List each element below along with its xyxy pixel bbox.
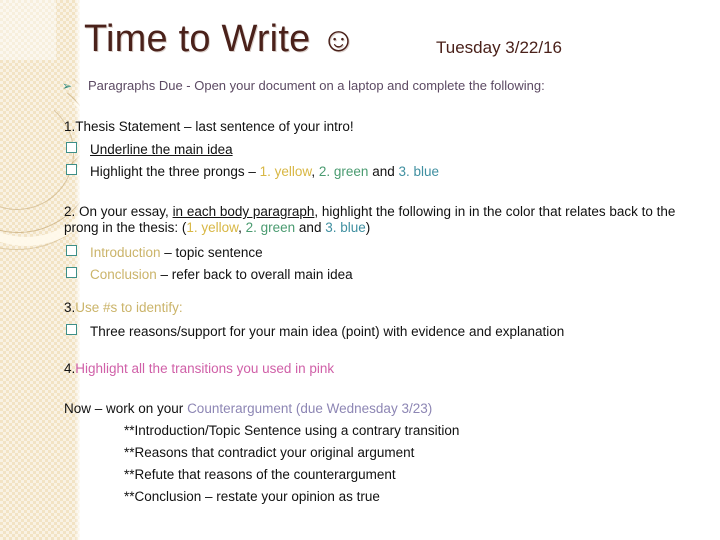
- counterargument-label: Counterargument (due Wednesday 3/23): [187, 401, 433, 416]
- checkbox-icon: [66, 164, 77, 175]
- section-2-item-1-label: Introduction: [90, 245, 161, 260]
- prong-conjunction: and: [368, 164, 399, 179]
- closing-item-4: **Conclusion – restate your opinion as t…: [124, 489, 380, 504]
- section-3-heading: 3.Use #s to identify:: [64, 299, 682, 316]
- section-1-item-1: Underline the main idea: [64, 141, 682, 158]
- section-1-item-2: Highlight the three prongs – 1. yellow, …: [64, 163, 682, 180]
- prong-green-label: 2. green: [245, 220, 296, 235]
- prong-yellow-label: 1. yellow: [259, 164, 312, 179]
- prong-conjunction: and: [295, 220, 326, 235]
- section-1-item-2-prefix: Highlight the three prongs –: [90, 164, 260, 179]
- section-3-item-1-text: Three reasons/support for your main idea…: [90, 324, 565, 339]
- checkbox-icon: [66, 142, 77, 153]
- section-3-number: 3.: [64, 300, 76, 315]
- checkbox-icon: [66, 267, 77, 278]
- arrow-bullet-icon: ➢: [62, 79, 73, 93]
- closing-block: Now – work on your Counterargument (due …: [64, 400, 682, 505]
- section-2-item-2-rest: – refer back to overall main idea: [156, 267, 353, 282]
- closing-item-2: **Reasons that contradict your original …: [124, 445, 415, 460]
- slide-content: Time to Write ☺ Tuesday 3/22/16 ➢ Paragra…: [0, 0, 720, 540]
- prong-green-label: 2. green: [318, 164, 369, 179]
- section-2-paragraph: 2. On your essay, in each body paragraph…: [64, 204, 682, 236]
- section-3-item-1: Three reasons/support for your main idea…: [64, 323, 682, 340]
- prong-blue-label: 3. blue: [398, 164, 440, 179]
- section-2-item-2: Conclusion – refer back to overall main …: [64, 266, 682, 283]
- smiley-face-icon: ☺: [321, 21, 357, 59]
- section-2-text-close: ): [365, 220, 371, 235]
- prong-separator: ,: [311, 164, 319, 179]
- slide-date: Tuesday 3/22/16: [436, 38, 563, 57]
- closing-lead-text: Now – work on your: [64, 401, 188, 416]
- prong-blue-label: 3. blue: [325, 220, 366, 235]
- prong-separator: ,: [238, 220, 246, 235]
- closing-item-3: **Refute that reasons of the counterargu…: [124, 467, 396, 482]
- section-1: 1.Thesis Statement – last sentence of yo…: [64, 118, 682, 180]
- section-2: 2. On your essay, in each body paragraph…: [64, 204, 682, 283]
- checkbox-icon: [66, 324, 77, 335]
- section-4-heading-text: Highlight all the transitions you used i…: [75, 361, 335, 376]
- section-1-item-1-text: Underline the main idea: [90, 142, 233, 157]
- section-4: 4.Highlight all the transitions you used…: [64, 360, 682, 377]
- closing-lead: Now – work on your Counterargument (due …: [64, 400, 682, 417]
- section-4-heading: 4.Highlight all the transitions you used…: [64, 360, 682, 377]
- section-2-text-a: 2. On your essay,: [64, 204, 173, 219]
- lead-line: ➢ Paragraphs Due - Open your document on …: [62, 78, 702, 93]
- lead-line-text: Paragraphs Due - Open your document on a…: [88, 78, 545, 93]
- title-row: Time to Write ☺ Tuesday 3/22/16: [84, 18, 704, 68]
- closing-item-1: **Introduction/Topic Sentence using a co…: [124, 423, 460, 438]
- section-1-heading: 1.Thesis Statement – last sentence of yo…: [64, 119, 354, 134]
- section-3-heading-text: Use #s to identify:: [75, 300, 183, 315]
- page-title-text: Time to Write: [84, 18, 311, 60]
- checkbox-icon: [66, 245, 77, 256]
- section-2-item-1: Introduction – topic sentence: [64, 244, 682, 261]
- section-2-underlined-phrase: in each body paragraph: [172, 204, 315, 219]
- section-2-item-2-label: Conclusion: [90, 267, 157, 282]
- prong-yellow-label: 1. yellow: [186, 220, 239, 235]
- section-2-item-1-rest: – topic sentence: [160, 245, 263, 260]
- page-title: Time to Write ☺: [84, 18, 356, 61]
- section-3: 3.Use #s to identify: Three reasons/supp…: [64, 299, 682, 340]
- section-4-number: 4.: [64, 361, 76, 376]
